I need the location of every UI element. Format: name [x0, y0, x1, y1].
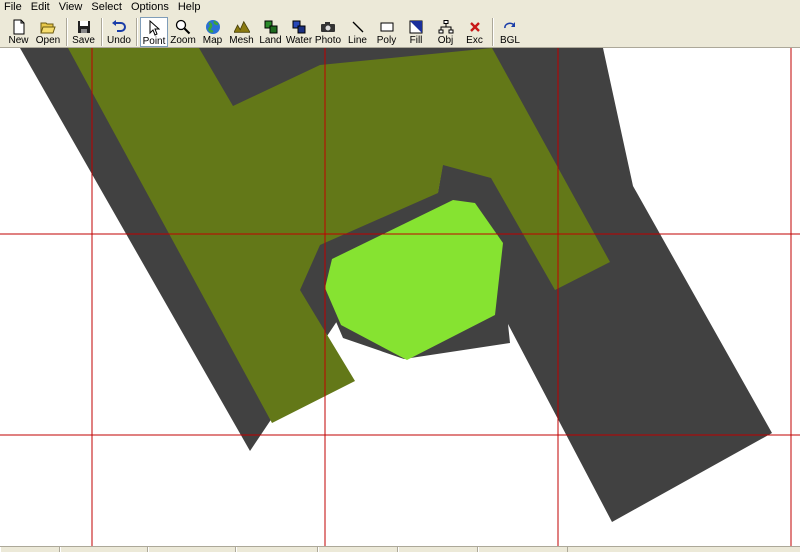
status-cell: [236, 547, 318, 552]
menu-edit[interactable]: Edit: [27, 0, 55, 14]
undo-button[interactable]: Undo: [105, 17, 133, 47]
fill-icon: [408, 19, 424, 35]
save-label: Save: [72, 35, 95, 46]
open-label: Open: [35, 35, 61, 46]
new-file-icon: [11, 19, 27, 35]
undo-label: Undo: [107, 35, 131, 46]
status-cell: [398, 547, 478, 552]
menu-help[interactable]: Help: [174, 0, 206, 14]
bgl-label: BGL: [499, 35, 520, 46]
status-cell: [478, 547, 568, 552]
fill-label: Fill: [409, 35, 423, 46]
poly-label: Poly: [376, 35, 397, 46]
water-button[interactable]: Water: [285, 17, 313, 47]
mesh-button[interactable]: Mesh: [228, 17, 255, 47]
terrain-layer: [20, 48, 772, 522]
line-label: Line: [348, 35, 367, 46]
refresh-icon: [502, 19, 518, 35]
map-button[interactable]: Map: [199, 17, 226, 47]
status-cell: [148, 547, 236, 552]
menu-bar: File Edit View Select Options Help: [0, 0, 800, 14]
status-cell: [0, 547, 60, 552]
menu-select[interactable]: Select: [87, 0, 127, 14]
status-cell: [60, 547, 148, 552]
undo-arrow-icon: [111, 19, 127, 35]
save-button[interactable]: Save: [70, 17, 97, 47]
status-bar: [0, 546, 800, 552]
open-button[interactable]: Open: [33, 17, 63, 47]
globe-icon: [205, 19, 221, 35]
poly-button[interactable]: Poly: [373, 17, 400, 47]
land-squares-icon: [263, 19, 279, 35]
map-canvas[interactable]: [0, 48, 800, 546]
toolbar-separator: [101, 18, 103, 46]
status-cell: [318, 547, 398, 552]
obj-label: Obj: [437, 35, 454, 46]
camera-icon: [320, 19, 336, 35]
mesh-label: Mesh: [229, 35, 254, 46]
menu-options[interactable]: Options: [127, 0, 174, 14]
toolbar-separator: [66, 18, 68, 46]
water-label: Water: [285, 35, 313, 46]
point-button[interactable]: Point: [140, 17, 168, 47]
menu-view[interactable]: View: [55, 0, 88, 14]
exc-label: Exc: [466, 35, 483, 46]
open-folder-icon: [40, 19, 56, 35]
toolbar-separator: [136, 18, 138, 46]
point-label: Point: [142, 36, 166, 47]
zoom-label: Zoom: [170, 35, 196, 46]
photo-button[interactable]: Photo: [314, 17, 342, 47]
line-icon: [350, 19, 366, 35]
object-tree-icon: [438, 19, 454, 35]
new-label: New: [8, 35, 29, 46]
exc-button[interactable]: Exc: [461, 17, 488, 47]
rectangle-icon: [379, 19, 395, 35]
new-button[interactable]: New: [5, 17, 32, 47]
photo-label: Photo: [314, 35, 342, 46]
map-label: Map: [202, 35, 223, 46]
land-label: Land: [259, 35, 282, 46]
obj-button[interactable]: Obj: [432, 17, 459, 47]
cursor-arrow-icon: [146, 20, 162, 36]
line-button[interactable]: Line: [344, 17, 371, 47]
red-x-icon: [467, 19, 483, 35]
fill-button[interactable]: Fill: [402, 17, 430, 47]
toolbar-separator: [492, 18, 494, 46]
floppy-disk-icon: [76, 19, 92, 35]
bgl-button[interactable]: BGL: [496, 17, 524, 47]
zoom-button[interactable]: Zoom: [169, 17, 197, 47]
mountain-icon: [233, 19, 250, 35]
menu-file[interactable]: File: [0, 0, 27, 14]
water-squares-icon: [291, 19, 307, 35]
land-button[interactable]: Land: [257, 17, 284, 47]
toolbar: New Open Save Undo Point Zoom Map Mesh L…: [0, 14, 800, 48]
magnifier-icon: [175, 19, 191, 35]
